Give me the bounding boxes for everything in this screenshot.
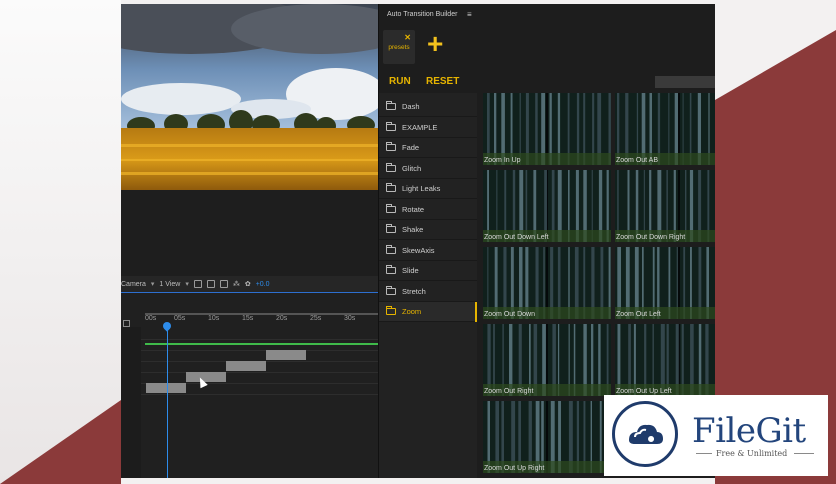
divider: [794, 453, 814, 454]
fast-previews-icon[interactable]: [206, 280, 215, 288]
layer-switches-column: [121, 327, 141, 478]
folder-item-light-leaks[interactable]: Light Leaks: [379, 179, 477, 199]
exposure-icon[interactable]: ✿: [245, 280, 251, 288]
reset-button[interactable]: RESET: [426, 76, 459, 87]
folder-icon: [386, 204, 396, 213]
preset-label: Zoom Out Down Right: [616, 234, 686, 241]
view-layout-select[interactable]: 1 View: [159, 281, 180, 288]
folder-item-shake[interactable]: Shake: [379, 220, 477, 240]
ruler-label: 05s: [174, 315, 186, 322]
preset-thumbnail[interactable]: Zoom Out Down: [483, 247, 611, 319]
preset-thumbnail[interactable]: Zoom Out Down Left: [483, 170, 611, 242]
folder-item-dash[interactable]: Dash: [379, 97, 477, 117]
preset-thumbnail[interactable]: Zoom In Up: [483, 93, 611, 165]
composition-mini-flowchart-icon[interactable]: [123, 320, 130, 327]
run-button[interactable]: RUN: [389, 76, 411, 87]
tab-presets-label: presets: [388, 44, 410, 51]
folder-label: Zoom: [402, 307, 422, 316]
hamburger-icon[interactable]: ≡: [467, 10, 472, 19]
composition-area: Camera ▾ 1 View ▾ ⁂ ✿ +0.0 00s 05s 10s 1…: [121, 4, 378, 478]
filegit-logo-name: FileGit: [692, 411, 806, 451]
preset-label: Zoom Out AB: [616, 157, 659, 164]
layer-bar[interactable]: [146, 383, 186, 393]
folder-label: EXAMPLE: [402, 123, 438, 132]
flowchart-icon[interactable]: ⁂: [233, 280, 240, 288]
folder-icon: [386, 265, 396, 274]
folder-label: Dash: [402, 102, 420, 111]
chevron-down-icon[interactable]: ▾: [185, 280, 189, 288]
ruler-label: 30s: [344, 315, 356, 322]
folder-item-fade[interactable]: Fade: [379, 138, 477, 158]
folder-item-example[interactable]: EXAMPLE: [379, 118, 477, 138]
folder-list: Dash EXAMPLE Fade Glitch Light Leaks Rot…: [379, 93, 477, 478]
chevron-down-icon[interactable]: ▾: [151, 280, 155, 288]
search-input[interactable]: [655, 76, 715, 88]
exposure-value[interactable]: +0.0: [256, 281, 270, 288]
preset-label: Zoom Out Left: [616, 311, 661, 318]
timeline-panel: 00s 05s 10s 15s 20s 25s 30s: [121, 293, 378, 478]
folder-icon: [386, 224, 396, 233]
current-time-indicator[interactable]: [167, 325, 168, 478]
folder-icon: [386, 183, 396, 192]
preset-label: Zoom Out Right: [484, 388, 534, 395]
composition-preview: [121, 4, 378, 190]
ruler-label: 00s: [145, 315, 157, 322]
folder-label: Rotate: [402, 205, 425, 214]
folder-icon: [386, 245, 396, 254]
filegit-tagline: Free & Unlimited: [716, 449, 788, 458]
panel-title: Auto Transition Builder: [387, 11, 458, 18]
camera-select[interactable]: Camera: [121, 281, 146, 288]
preset-label: Zoom In Up: [484, 157, 521, 164]
viewer-toolbar: Camera ▾ 1 View ▾ ⁂ ✿ +0.0: [121, 276, 378, 292]
folder-icon: [386, 142, 396, 151]
preset-thumbnail[interactable]: Zoom Out AB: [615, 93, 715, 165]
divider: [696, 453, 712, 454]
folder-item-zoom[interactable]: Zoom: [379, 302, 477, 322]
folder-item-rotate[interactable]: Rotate: [379, 200, 477, 220]
folder-icon: [386, 122, 396, 131]
folder-icon: [386, 286, 396, 295]
toggle-pixel-aspect-icon[interactable]: [193, 280, 202, 288]
preset-thumbnail[interactable]: Zoom Out Down Right: [615, 170, 715, 242]
filegit-logo-icon: [612, 401, 678, 467]
preset-thumbnail[interactable]: Zoom Out Left: [615, 247, 715, 319]
preset-thumbnail[interactable]: Zoom Out Up Right: [483, 401, 611, 473]
ruler-label: 10s: [208, 315, 220, 322]
ruler-label: 15s: [242, 315, 254, 322]
ruler-label: 20s: [276, 315, 288, 322]
plus-icon[interactable]: +: [427, 30, 443, 58]
folder-label: Stretch: [402, 287, 426, 296]
folder-icon: [386, 101, 396, 110]
preset-thumbnail[interactable]: Zoom Out Up Left: [615, 324, 715, 396]
ruler-label: 25s: [310, 315, 322, 322]
active-indicator: [475, 302, 477, 322]
folder-label: Shake: [402, 225, 424, 234]
transparency-grid-icon[interactable]: [219, 280, 228, 288]
viewer-empty-area: [121, 190, 378, 276]
tab-presets[interactable]: ✕ presets: [383, 30, 415, 64]
folder-item-slide[interactable]: Slide: [379, 261, 477, 281]
layer-duration-bar[interactable]: [145, 343, 378, 345]
layer-bar[interactable]: [226, 361, 266, 371]
folder-label: Glitch: [402, 164, 422, 173]
preset-label: Zoom Out Down Left: [484, 234, 549, 241]
folder-item-skewaxis[interactable]: SkewAxis: [379, 241, 477, 261]
filegit-watermark: FileGit Free & Unlimited: [604, 395, 828, 476]
preset-label: Zoom Out Up Right: [484, 465, 545, 472]
folder-icon: [386, 306, 396, 315]
preset-thumbnail[interactable]: Zoom Out Right: [483, 324, 611, 396]
folder-item-stretch[interactable]: Stretch: [379, 282, 477, 302]
folder-item-glitch[interactable]: Glitch: [379, 159, 477, 179]
folder-label: Slide: [402, 266, 419, 275]
close-icon[interactable]: ✕: [404, 33, 411, 42]
time-ruler[interactable]: 00s 05s 10s 15s 20s 25s 30s: [141, 315, 378, 327]
preset-label: Zoom Out Up Left: [616, 388, 672, 395]
folder-label: SkewAxis: [402, 246, 435, 255]
folder-icon: [386, 163, 396, 172]
preset-label: Zoom Out Down: [484, 311, 535, 318]
folder-label: Fade: [402, 143, 420, 152]
folder-label: Light Leaks: [402, 184, 441, 193]
layer-bar[interactable]: [266, 350, 306, 360]
